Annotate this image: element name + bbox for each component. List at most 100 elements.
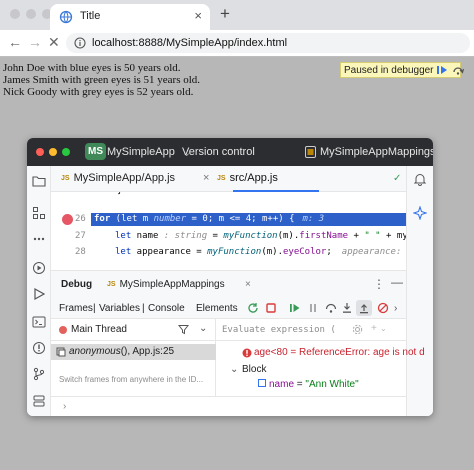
page-line-1: John Doe with blue eyes is 50 years old. — [3, 62, 181, 74]
git-icon[interactable] — [32, 367, 46, 381]
pause-icon[interactable] — [307, 302, 319, 314]
debug-label: Debug — [61, 279, 93, 290]
step-out-button[interactable] — [356, 300, 372, 316]
tab-close-icon[interactable]: × — [194, 8, 202, 23]
page-line-3: Nick Goody with grey eyes is 52 years ol… — [3, 86, 194, 98]
editor-tab-label: src/App.js — [229, 172, 278, 184]
version-control-menu[interactable]: Version control — [182, 146, 255, 158]
tab-close-icon[interactable]: × — [203, 172, 209, 184]
ide-close-dot[interactable] — [36, 148, 44, 156]
structure-icon[interactable] — [32, 206, 46, 220]
scope-block[interactable]: Block — [242, 364, 266, 375]
run-config-name[interactable]: MySimpleAppMappings — [320, 146, 433, 158]
terminal-icon[interactable] — [32, 315, 46, 329]
js-file-icon: JS — [217, 175, 226, 182]
ai-assistant-icon[interactable] — [413, 206, 427, 220]
run-config-icon — [305, 146, 316, 158]
line-number: 27 — [75, 231, 86, 241]
browser-toolbar: ← → ✕ localhost:8888/MySimpleApp/index.h… — [0, 30, 474, 56]
step-out-icon — [360, 304, 368, 314]
watch-error[interactable]: age<80 = ReferenceError: age is not d — [254, 347, 425, 358]
variable-icon — [258, 379, 266, 387]
debug-config-tab[interactable]: JS MySimpleAppMappings — [107, 279, 225, 290]
tab-variables[interactable]: Variables — [99, 303, 140, 314]
code-editor[interactable]: } 26 27 28 for (let m number = 0; m <= 4… — [51, 192, 406, 270]
js-file-icon: JS — [107, 281, 116, 288]
rerun-icon[interactable] — [247, 302, 259, 314]
stack-frame-row[interactable]: anonymous(), App.js:25 — [51, 344, 216, 360]
step-into-icon[interactable] — [341, 302, 353, 314]
step-over-icon[interactable] — [325, 302, 337, 314]
run-icon[interactable] — [32, 261, 46, 275]
new-tab-icon[interactable]: + — [220, 4, 230, 24]
forward-icon[interactable]: → — [28, 34, 42, 50]
evaluate-placeholder: Evaluate expression ( — [222, 325, 336, 335]
thread-status-icon — [59, 326, 67, 334]
browser-tab[interactable]: Title × — [50, 4, 210, 30]
tab-console[interactable]: Console — [148, 303, 185, 314]
problems-icon[interactable] — [32, 341, 46, 355]
site-info-icon[interactable] — [74, 37, 86, 49]
debug-subtabs: Frames | Variables | Console Elements › — [51, 297, 406, 319]
tab-title: Title — [80, 10, 101, 22]
watch-chevron-icon[interactable]: ⌄ — [380, 324, 387, 333]
left-tool-strip — [27, 166, 51, 416]
editor-tab-src-app-js[interactable]: JS src/App.js — [217, 172, 278, 184]
debug-run-icon[interactable] — [32, 287, 46, 301]
browser-window: Title × + ← → ✕ localhost:8888/MySimpleA… — [0, 0, 474, 470]
expand-chevron-icon[interactable]: ⌄ — [230, 364, 238, 375]
window-minimize-dot[interactable] — [26, 9, 36, 19]
editor-tab-label: MySimpleApp/App.js — [73, 172, 176, 184]
tab-frames[interactable]: Frames — [59, 303, 93, 314]
filter-icon[interactable] — [178, 324, 189, 335]
line-number: 26 — [75, 214, 86, 224]
prompt-chevron-icon: › — [63, 401, 67, 412]
breakpoint-icon[interactable] — [62, 214, 73, 225]
ide-title-bar: MS MySimpleApp ⌄ Version control MySimpl… — [27, 138, 433, 166]
tab-elements[interactable]: Elements — [196, 303, 238, 314]
mute-breakpoints-icon[interactable] — [377, 302, 389, 314]
add-watch-icon[interactable]: + — [371, 323, 377, 334]
frames-hint: Switch frames from anywhere in the ID... — [59, 375, 204, 384]
resume-program-icon[interactable] — [289, 302, 301, 314]
notifications-icon[interactable] — [413, 172, 427, 186]
close-icon[interactable]: × — [245, 279, 251, 290]
evaluate-expression-input[interactable]: Evaluate expression ( + ⌄ — [216, 319, 406, 341]
project-name[interactable]: MySimpleApp — [107, 146, 175, 158]
paused-label: Paused in debugger — [344, 64, 434, 76]
window-close-dot[interactable] — [10, 9, 20, 19]
folder-icon[interactable] — [32, 174, 46, 188]
options-icon[interactable]: ⋮ — [373, 277, 385, 291]
services-icon[interactable] — [32, 394, 46, 408]
ide-zoom-dot[interactable] — [62, 148, 70, 156]
js-file-icon: JS — [61, 175, 70, 182]
right-tool-strip — [406, 166, 433, 416]
debug-tool-window-header: Debug JS MySimpleAppMappings × ⋮ — — [51, 270, 406, 297]
browser-tab-bar: Title × + — [0, 0, 474, 30]
more-chevron-icon[interactable]: › — [394, 303, 397, 314]
ide-window: MS MySimpleApp ⌄ Version control MySimpl… — [27, 138, 433, 416]
code-line-28: let appearance = myFunction(m).eyeColor;… — [115, 247, 406, 257]
step-over-icon[interactable] — [452, 64, 464, 76]
back-icon[interactable]: ← — [8, 34, 22, 50]
more-tools-icon[interactable] — [32, 232, 46, 246]
ide-minimize-dot[interactable] — [49, 148, 57, 156]
stop-icon[interactable] — [265, 302, 277, 314]
address-bar[interactable]: localhost:8888/MySimpleApp/index.html — [66, 33, 470, 53]
editor-tab-app-js[interactable]: JS MySimpleApp/App.js — [61, 172, 175, 184]
settings-icon[interactable] — [352, 324, 363, 335]
frame-icon — [56, 347, 66, 357]
console-input-strip[interactable]: › — [51, 396, 406, 416]
error-icon — [242, 348, 252, 358]
code-line-26: for (let m number = 0; m <= 4; m++) {m: … — [94, 214, 325, 224]
subtab-separator: | — [142, 303, 145, 314]
hide-icon[interactable]: — — [391, 275, 403, 289]
close-load-icon[interactable]: ✕ — [48, 34, 60, 51]
thread-selector[interactable]: Main Thread ⌄ — [51, 319, 216, 341]
subtab-separator: | — [93, 303, 96, 314]
thread-chevron-icon[interactable]: ⌄ — [199, 323, 207, 334]
resume-icon[interactable] — [436, 64, 449, 76]
variable-row[interactable]: name = "Ann White" — [258, 379, 359, 390]
thread-name: Main Thread — [71, 324, 127, 335]
page-line-2: James Smith with green eyes is 51 years … — [3, 74, 201, 86]
